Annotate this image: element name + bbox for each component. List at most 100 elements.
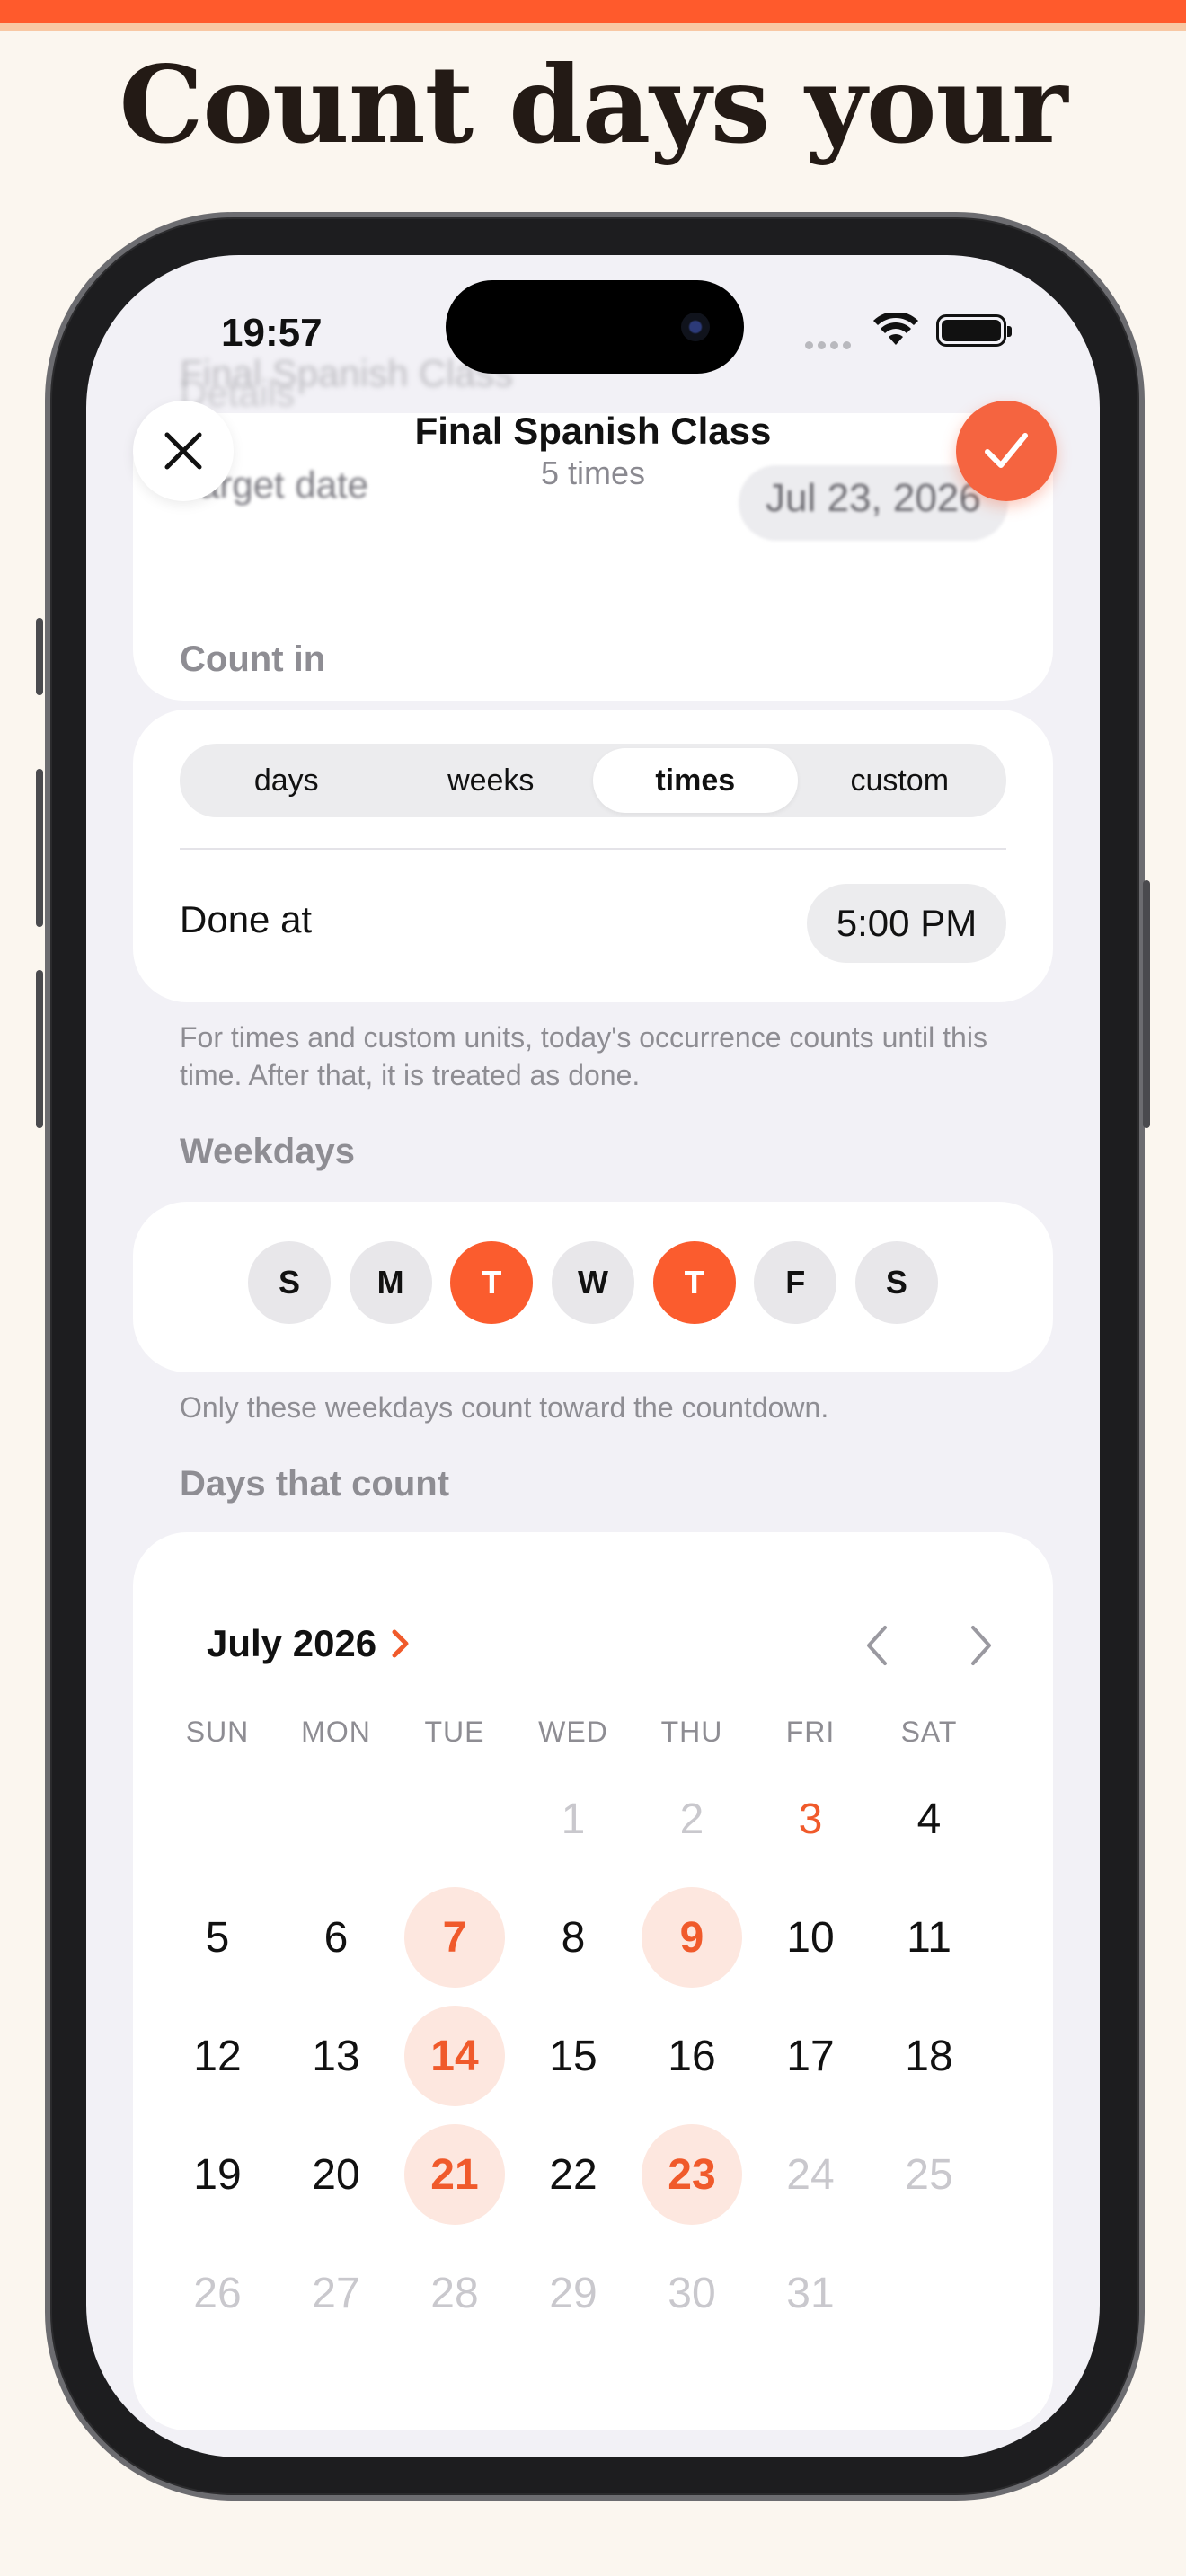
calendar-day[interactable]: 10: [751, 1878, 870, 1997]
nav-subtitle: 5 times: [540, 454, 646, 491]
calendar-day[interactable]: 20: [277, 2115, 395, 2234]
weekday-header: THU: [660, 1716, 723, 1748]
calendar-day[interactable]: 14: [395, 1997, 514, 2115]
calendar-week-row: 12 13 14 15 16 17 18: [158, 1997, 988, 2115]
weekday-header: SUN: [185, 1716, 250, 1748]
calendar-day-number: 16: [668, 2032, 716, 2080]
wifi-icon: [873, 311, 918, 351]
calendar-day-number: 8: [561, 1913, 586, 1962]
calendar-day[interactable]: 26: [158, 2234, 277, 2352]
calendar-day-number: 5: [205, 1913, 230, 1962]
calendar-day-number: 15: [549, 2032, 597, 2080]
confirm-button[interactable]: [956, 401, 1057, 501]
status-time: 19:57: [221, 311, 323, 355]
weekday-wednesday[interactable]: W: [551, 1241, 634, 1324]
calendar-day-number: 20: [312, 2150, 360, 2199]
close-icon: [164, 432, 202, 470]
close-button[interactable]: [133, 401, 234, 501]
calendar-day[interactable]: 15: [514, 1997, 633, 2115]
calendar-day[interactable]: 17: [751, 1997, 870, 2115]
calendar-day-number: 30: [668, 2269, 716, 2317]
calendar-month-picker[interactable]: July 2026: [207, 1622, 411, 1665]
calendar-day[interactable]: 1: [514, 1760, 633, 1878]
weekday-selector: S M T W T F S: [248, 1241, 938, 1324]
calendar-day-number: 26: [193, 2269, 242, 2317]
chevron-left-icon: [867, 1626, 887, 1665]
count-in-label: Count in: [180, 640, 326, 679]
dynamic-island: [446, 280, 744, 374]
calendar-day[interactable]: 6: [277, 1878, 395, 1997]
calendar-day[interactable]: 2: [633, 1760, 751, 1878]
calendar-empty-cell: [395, 1760, 514, 1878]
phone-side-button: [1143, 880, 1150, 1128]
chevron-right-icon: [392, 1629, 409, 1658]
calendar-day[interactable]: 8: [514, 1878, 633, 1997]
camera-icon: [681, 313, 710, 341]
calendar-day-number: 13: [312, 2032, 360, 2080]
calendar-day[interactable]: 24: [751, 2115, 870, 2234]
weekday-tuesday[interactable]: T: [450, 1241, 534, 1324]
done-at-time-picker[interactable]: 5:00 PM: [807, 884, 1006, 963]
calendar-day-number: 14: [430, 2032, 479, 2080]
calendar-day[interactable]: 18: [870, 1997, 988, 2115]
segment-days[interactable]: days: [184, 748, 389, 813]
calendar-day[interactable]: 16: [633, 1997, 751, 2115]
weekday-friday[interactable]: F: [754, 1241, 837, 1324]
count-unit-segmented-control: days weeks times custom: [180, 744, 1006, 817]
previous-month-button[interactable]: [850, 1619, 904, 1672]
calendar-day[interactable]: 28: [395, 2234, 514, 2352]
calendar-day-number: 19: [193, 2150, 242, 2199]
calendar-day[interactable]: 9: [633, 1878, 751, 1997]
calendar-day[interactable]: 23: [633, 2115, 751, 2234]
segment-custom[interactable]: custom: [798, 748, 1003, 813]
weekday-saturday[interactable]: S: [854, 1241, 938, 1324]
calendar-day-number: 3: [798, 1795, 823, 1843]
calendar-day-number: 24: [786, 2150, 835, 2199]
calendar-day-number: 28: [430, 2269, 479, 2317]
calendar-day[interactable]: 11: [870, 1878, 988, 1997]
done-at-label: Done at: [180, 898, 313, 940]
next-month-button[interactable]: [954, 1619, 1008, 1672]
calendar-day[interactable]: 5: [158, 1878, 277, 1997]
segment-times[interactable]: times: [593, 748, 798, 813]
calendar-day[interactable]: 30: [633, 2234, 751, 2352]
calendar-day[interactable]: 31: [751, 2234, 870, 2352]
calendar-week-row: 1 2 3 4: [158, 1760, 988, 1878]
calendar-month-label: July 2026: [207, 1622, 377, 1664]
weekday-monday[interactable]: M: [349, 1241, 432, 1324]
weekdays-card: S M T W T F S: [133, 1202, 1053, 1372]
weekday-header: TUE: [424, 1716, 485, 1748]
weekday-header: MON: [301, 1716, 371, 1748]
chevron-right-icon: [971, 1626, 991, 1665]
phone-screen: Details Final Spanish Class Target date …: [86, 255, 1100, 2457]
calendar-day-number: 1: [561, 1795, 586, 1843]
phone-volume-down-button: [36, 970, 43, 1128]
checkmark-icon: [985, 433, 1028, 468]
calendar-day[interactable]: 12: [158, 1997, 277, 2115]
calendar-empty-cell: [277, 1760, 395, 1878]
calendar-day[interactable]: 13: [277, 1997, 395, 2115]
weekday-sunday[interactable]: S: [248, 1241, 331, 1324]
calendar-day[interactable]: 21: [395, 2115, 514, 2234]
top-accent-bar: [0, 0, 1186, 23]
calendar-day[interactable]: 27: [277, 2234, 395, 2352]
calendar-day-number: 27: [312, 2269, 360, 2317]
weekday-thursday[interactable]: T: [652, 1241, 736, 1324]
days-that-count-label: Days that count: [180, 1464, 450, 1504]
calendar-day[interactable]: 25: [870, 2115, 988, 2234]
weekday-header: SAT: [900, 1716, 958, 1748]
calendar-day[interactable]: 7: [395, 1878, 514, 1997]
calendar-day[interactable]: 22: [514, 2115, 633, 2234]
calendar-day[interactable]: 29: [514, 2234, 633, 2352]
calendar-day-number: 12: [193, 2032, 242, 2080]
calendar-empty-cell: [870, 2234, 988, 2352]
calendar-day-number: 7: [442, 1913, 467, 1962]
calendar-day[interactable]: 19: [158, 2115, 277, 2234]
segment-weeks[interactable]: weeks: [389, 748, 594, 813]
calendar-day-number: 11: [907, 1913, 951, 1962]
phone-action-button: [36, 618, 43, 695]
calendar-day[interactable]: 4: [870, 1760, 988, 1878]
count-in-footnote: For times and custom units, today's occu…: [180, 1021, 987, 1091]
calendar-day[interactable]: 3: [751, 1760, 870, 1878]
calendar-grid: SUN MON TUE WED THU FRI SAT 1 2 3 4 5 6 7 8 9 10 1…: [158, 1716, 988, 2352]
